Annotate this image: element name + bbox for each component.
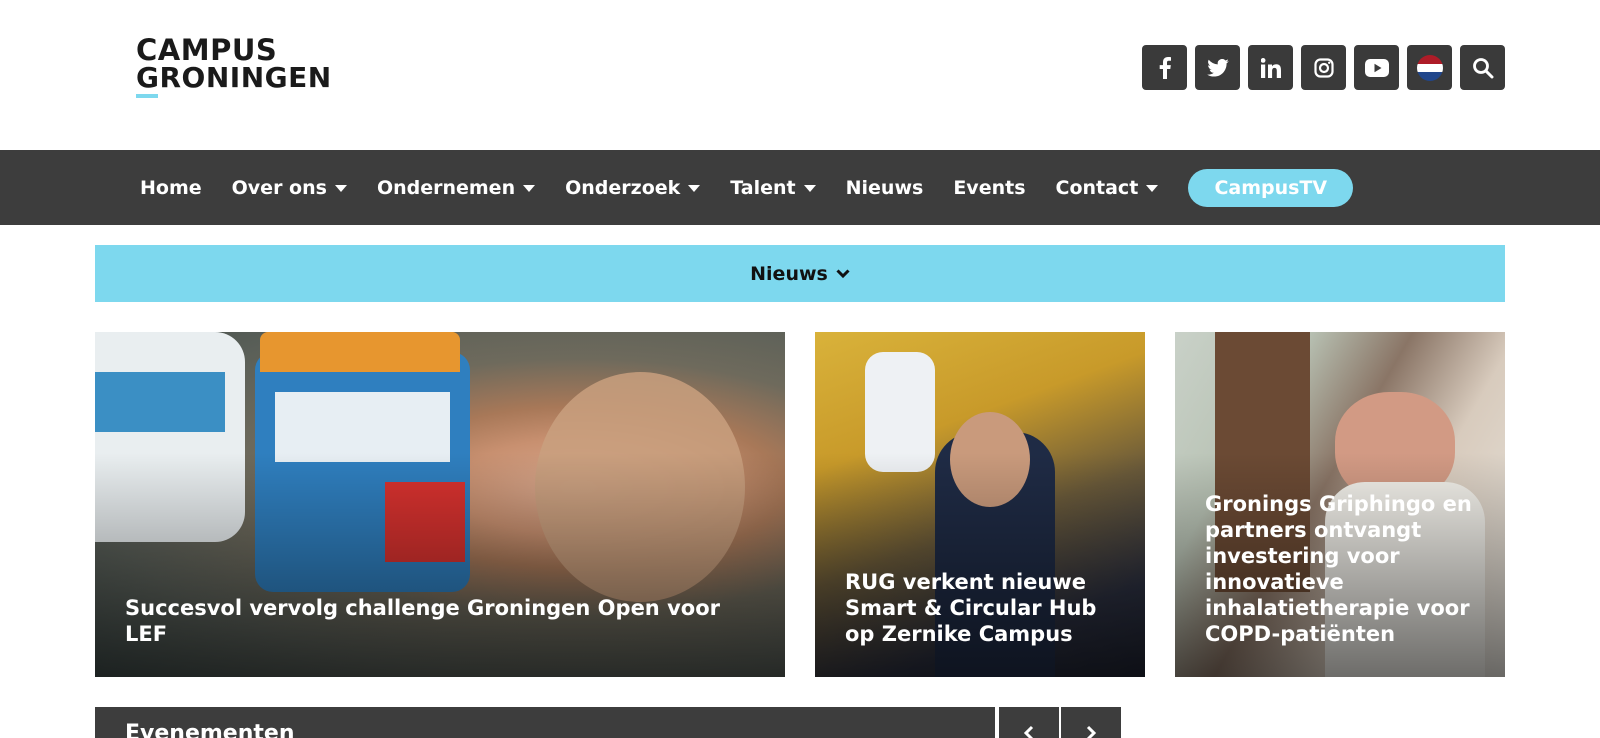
language-switch-button[interactable] — [1407, 45, 1452, 90]
caret-down-icon — [523, 185, 536, 192]
youtube-button[interactable] — [1354, 45, 1399, 90]
news-card[interactable]: Gronings Griphingo en partners ontvangt … — [1175, 332, 1505, 677]
twitter-button[interactable] — [1195, 45, 1240, 90]
linkedin-button[interactable] — [1248, 45, 1293, 90]
search-button[interactable] — [1460, 45, 1505, 90]
site-header: CAMPUS GRONINGEN — [0, 0, 1600, 150]
caret-down-icon — [334, 185, 347, 192]
chevron-down-icon — [836, 268, 850, 278]
instagram-icon — [1313, 57, 1334, 78]
nav-label: Events — [953, 176, 1026, 199]
logo-accent-bar — [136, 94, 158, 98]
nav-item-home[interactable]: Home — [140, 177, 202, 199]
social-links — [1142, 45, 1505, 90]
nav-label: Onderzoek — [565, 176, 681, 199]
nav-item-nieuws[interactable]: Nieuws — [846, 177, 924, 199]
news-card[interactable]: RUG verkent nieuwe Smart & Circular Hub … — [815, 332, 1145, 677]
news-card-title: RUG verkent nieuwe Smart & Circular Hub … — [845, 570, 1097, 646]
nav-label: Nieuws — [845, 176, 924, 199]
nav-item-over-ons[interactable]: Over ons — [232, 177, 347, 199]
events-bar: Evenementen — [95, 707, 1123, 738]
linkedin-icon — [1260, 57, 1281, 78]
chevron-right-icon — [1086, 725, 1097, 738]
twitter-icon — [1206, 58, 1229, 77]
logo-line-1: CAMPUS — [136, 33, 278, 67]
nav-item-onderzoek[interactable]: Onderzoek — [565, 176, 701, 199]
nav-label: Contact — [1055, 176, 1139, 199]
caret-down-icon — [803, 185, 816, 192]
main-navigation: Home Over ons Ondernemen Onderzoek Talen… — [0, 150, 1600, 225]
nav-label: Over ons — [231, 176, 327, 199]
events-title: Evenementen — [125, 721, 295, 738]
nav-label: Ondernemen — [376, 176, 516, 199]
logo-line-2: GRONINGEN — [136, 61, 332, 94]
instagram-button[interactable] — [1301, 45, 1346, 90]
events-prev-button[interactable] — [999, 707, 1059, 738]
nav-item-events[interactable]: Events — [953, 177, 1025, 199]
news-card[interactable]: Succesvol vervolg challenge Groningen Op… — [95, 332, 785, 677]
facebook-icon — [1159, 56, 1171, 79]
nav-item-talent[interactable]: Talent — [730, 176, 816, 199]
dutch-flag-icon — [1416, 54, 1443, 81]
caret-down-icon — [1146, 185, 1159, 192]
chevron-left-icon — [1023, 725, 1034, 738]
facebook-button[interactable] — [1142, 45, 1187, 90]
news-card-title: Gronings Griphingo en partners ontvangt … — [1205, 492, 1472, 646]
filter-label: Nieuws — [750, 262, 828, 285]
campustv-button[interactable]: CampusTV — [1188, 168, 1354, 207]
search-icon — [1472, 57, 1493, 78]
nav-label: Talent — [730, 176, 796, 199]
news-filter-dropdown[interactable]: Nieuws — [95, 245, 1505, 302]
news-card-title: Succesvol vervolg challenge Groningen Op… — [125, 596, 720, 646]
nav-item-ondernemen[interactable]: Ondernemen — [376, 176, 536, 199]
youtube-icon — [1364, 58, 1389, 77]
nav-item-contact[interactable]: Contact — [1056, 177, 1159, 199]
campus-groningen-logo[interactable]: CAMPUS GRONINGEN — [136, 36, 346, 100]
events-next-button[interactable] — [1061, 707, 1121, 738]
nav-label: Home — [140, 176, 202, 199]
events-header: Evenementen — [95, 707, 995, 738]
caret-down-icon — [688, 185, 701, 192]
